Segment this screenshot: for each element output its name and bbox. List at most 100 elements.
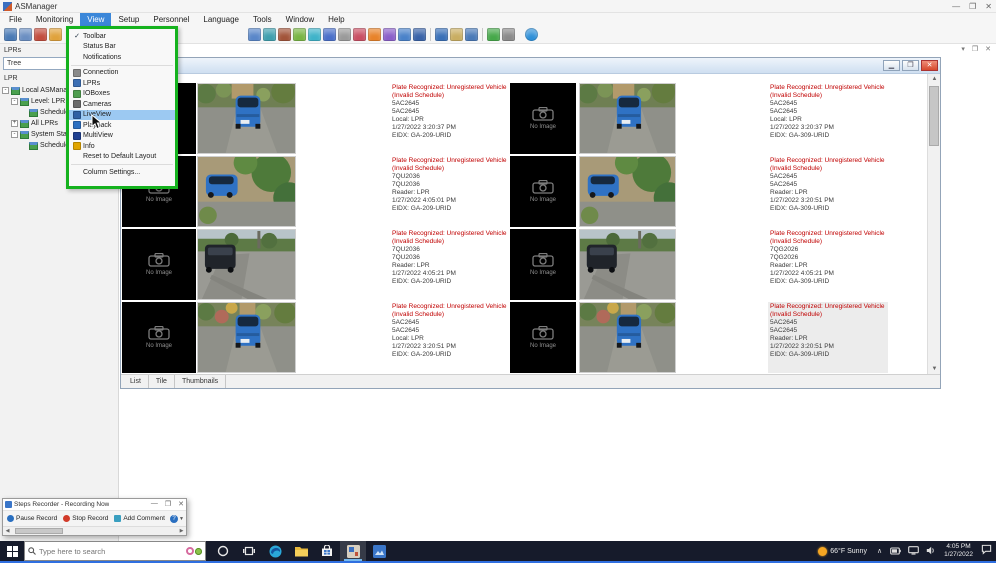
menu-file[interactable]: File [2,13,29,26]
steps-recorder-scrollbar[interactable]: ◀ ▶ [3,526,186,535]
event-details-left-1[interactable]: Plate Recognized: Unregistered Vehicle(I… [390,83,512,154]
tv-icon[interactable] [487,28,500,41]
vehicle-photo[interactable] [197,83,296,154]
no-image-thumbnail[interactable]: No Image [122,229,196,300]
view-menu-item-playback[interactable]: Playback [69,120,175,131]
mdi-minimize-icon[interactable]: ▾ [961,45,965,53]
panel-icon[interactable] [435,28,448,41]
child-maximize-icon[interactable]: ❐ [902,60,919,71]
vehicle-photo[interactable] [197,302,296,373]
hidden-icons-chevron[interactable]: ∧ [877,547,882,555]
dish-icon[interactable] [323,28,336,41]
event-details-right-3[interactable]: Plate Recognized: Unregistered Vehicle(I… [768,229,888,300]
scrollbar-thumb[interactable] [15,528,63,534]
menu-setup[interactable]: Setup [111,13,146,26]
search-input[interactable] [39,547,186,556]
leaf-icon[interactable] [293,28,306,41]
child-minimize-icon[interactable]: ▁ [883,60,900,71]
monitor-icon[interactable] [248,28,261,41]
event-details-right-4[interactable]: Plate Recognized: Unregistered Vehicle(I… [768,302,888,373]
grid-icon[interactable] [413,28,426,41]
menu-monitoring[interactable]: Monitoring [29,13,80,26]
action-center-button[interactable] [981,542,992,560]
mdi-restore-icon[interactable]: ❐ [972,45,978,53]
event-details-left-2[interactable]: Plate Recognized: Unregistered Vehicle(I… [390,156,512,227]
taskbar-app-asmanager[interactable] [340,541,366,561]
taskbar-search[interactable] [24,541,206,561]
export-icon[interactable] [19,28,32,41]
taskbar-clock[interactable]: 4:05 PM 1/27/2022 [944,543,973,559]
alert-icon[interactable] [49,28,62,41]
vehicle-photo[interactable] [197,156,296,227]
add-comment-button[interactable]: Add Comment [112,515,167,522]
view-menu-item-reset-to-default-layout[interactable]: Reset to Default Layout [69,152,175,163]
back-icon[interactable] [263,28,276,41]
menu-window[interactable]: Window [279,13,321,26]
taskbar-app-cortana[interactable] [210,541,236,561]
menu-personnel[interactable]: Personnel [146,13,196,26]
steps-recorder-titlebar[interactable]: Steps Recorder - Recording Now — ❐ ✕ [3,499,186,511]
scrollbar-thumb[interactable] [929,86,939,146]
cells-icon[interactable] [450,28,463,41]
no-image-thumbnail[interactable]: No Image [510,229,576,300]
tab-tile[interactable]: Tile [149,375,175,388]
vertical-scrollbar[interactable]: ▲ ▼ [927,74,940,375]
view-menu-item-toolbar[interactable]: ✓Toolbar [69,31,175,42]
search-highlights-art[interactable] [186,547,202,555]
pause-record-button[interactable]: Pause Record [5,515,59,522]
no-image-thumbnail[interactable]: No Image [122,302,196,373]
view-menu-item-notifications[interactable]: Notifications [69,52,175,63]
child-close-icon[interactable]: ✕ [921,60,938,71]
tab-list[interactable]: List [123,375,149,388]
event-details-left-4[interactable]: Plate Recognized: Unregistered Vehicle(I… [390,302,512,373]
vehicle-photo[interactable] [579,302,676,373]
menu-view[interactable]: View [80,13,111,26]
screen-icon[interactable] [502,28,515,41]
taskbar-app-photos[interactable] [366,541,392,561]
mdi-close-icon[interactable]: ✕ [985,45,991,53]
event-details-left-3[interactable]: Plate Recognized: Unregistered Vehicle(I… [390,229,512,300]
ring-icon[interactable] [308,28,321,41]
event-window-titlebar[interactable]: ▁ ❐ ✕ [121,58,940,74]
no-image-thumbnail[interactable]: No Image [510,156,576,227]
stop-record-button[interactable]: Stop Record [61,515,110,522]
view-menu-item-multiview[interactable]: MultiView [69,131,175,142]
user-icon[interactable] [398,28,411,41]
forward-icon[interactable] [368,28,381,41]
view-menu-item-lprs[interactable]: LPRs [69,78,175,89]
tray-volume-icon[interactable] [926,542,936,560]
table-icon[interactable] [465,28,478,41]
menu-language[interactable]: Language [196,13,246,26]
tree-expander-icon[interactable]: + [11,120,18,127]
view-menu-item-ioboxes[interactable]: IOBoxes [69,89,175,100]
view-menu-item-liveview[interactable]: LiveView [69,110,175,121]
taskbar-app-edge[interactable] [262,541,288,561]
view-menu-item-connection[interactable]: Connection [69,68,175,79]
tree-expander-icon[interactable]: - [11,98,18,105]
save-icon[interactable] [4,28,17,41]
view-menu-item-cameras[interactable]: Cameras [69,99,175,110]
help-icon[interactable] [525,28,538,41]
star-icon[interactable] [383,28,396,41]
view-menu-item-column-settings[interactable]: Column Settings... [69,167,175,178]
vehicle-photo[interactable] [579,156,676,227]
vehicle-photo[interactable] [197,229,296,300]
tree-expander-icon[interactable]: - [11,131,18,138]
maximize-icon[interactable]: ❐ [969,1,976,12]
menu-tools[interactable]: Tools [246,13,279,26]
weather-widget[interactable]: 66°F Sunny [818,547,867,556]
psr-minimize-icon[interactable]: — [151,500,158,508]
psr-close-icon[interactable]: ✕ [178,500,184,508]
scroll-up-icon[interactable]: ▲ [928,74,940,85]
chart-icon[interactable] [34,28,47,41]
scroll-left-icon[interactable]: ◀ [3,527,12,535]
tree-expander-icon[interactable]: - [2,87,9,94]
tab-thumbnails[interactable]: Thumbnails [175,375,226,388]
tray-battery-icon[interactable] [890,542,901,560]
tray-display-icon[interactable] [908,542,919,560]
taskbar-app-store[interactable] [314,541,340,561]
menu-help[interactable]: Help [321,13,351,26]
view-menu-item-info[interactable]: Info [69,141,175,152]
event-details-right-2[interactable]: Plate Recognized: Unregistered Vehicle(I… [768,156,888,227]
psr-maximize-icon[interactable]: ❐ [165,500,171,508]
